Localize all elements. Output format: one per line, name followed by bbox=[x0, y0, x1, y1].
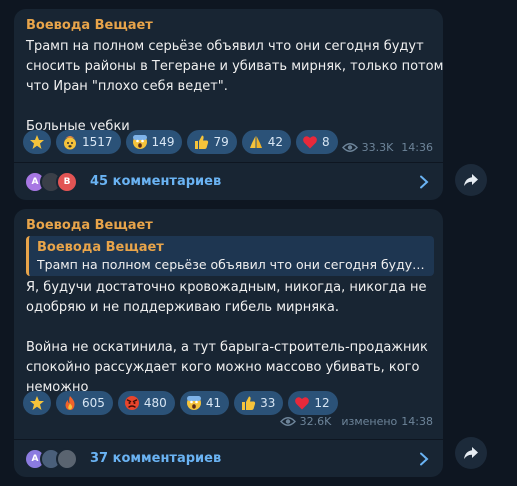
reaction-star[interactable] bbox=[23, 130, 51, 154]
avatar: B bbox=[56, 170, 78, 193]
reactions-bar: 605 480 41 33 12 bbox=[23, 391, 338, 415]
comments-label: 45 комментариев bbox=[90, 174, 222, 189]
share-arrow-icon bbox=[464, 447, 478, 459]
post-author[interactable]: Воевода Вещает bbox=[26, 18, 153, 33]
post-text-line: Я, будучи достаточно кровожадным, никогд… bbox=[26, 280, 427, 295]
chevron-right-icon bbox=[420, 175, 429, 189]
quote-author: Воевода Вещает bbox=[37, 240, 164, 255]
reaction-angry[interactable]: 480 bbox=[117, 391, 175, 415]
views-count: 32.6K bbox=[299, 415, 332, 428]
reaction-count: 33 bbox=[260, 396, 276, 410]
reply-quote[interactable]: Воевода Вещает Трамп на полном серьёзе о… bbox=[26, 236, 434, 276]
reactions-bar: 1517 149 79 42 8 bbox=[23, 130, 338, 154]
comments-button[interactable]: A B 45 комментариев bbox=[14, 162, 443, 200]
post-meta: 32.6K изменено 14:38 bbox=[279, 415, 433, 428]
thumbs-up-icon bbox=[195, 135, 209, 149]
channel-post: Воевода Вещает Воевода Вещает Трамп на п… bbox=[14, 209, 443, 477]
reaction-count: 1517 bbox=[82, 135, 113, 149]
views-eye-icon bbox=[341, 143, 358, 152]
reaction-mindblown[interactable]: 1517 bbox=[56, 130, 121, 154]
edited-label: изменено bbox=[341, 415, 398, 428]
post-text-line: одобряю и не поддерживаю гибель мирняка. bbox=[26, 300, 339, 315]
star-icon bbox=[30, 396, 44, 410]
post-meta: 33.3K 14:36 bbox=[341, 141, 433, 154]
reaction-count: 79 bbox=[213, 135, 229, 149]
post-text-line: спокойно рассуждает кого можно массово у… bbox=[26, 360, 420, 375]
reaction-count: 480 bbox=[143, 396, 167, 410]
angry-icon bbox=[124, 396, 139, 410]
thumbs-up-icon bbox=[242, 396, 256, 410]
reaction-scream[interactable]: 41 bbox=[179, 391, 230, 415]
views-eye-icon bbox=[279, 417, 296, 426]
post-author[interactable]: Воевода Вещает bbox=[26, 218, 153, 233]
reaction-heart[interactable]: 8 bbox=[296, 130, 338, 154]
reaction-star[interactable] bbox=[23, 391, 51, 415]
reaction-count: 41 bbox=[205, 396, 222, 410]
post-time: 14:38 bbox=[401, 415, 433, 428]
fire-icon bbox=[65, 396, 75, 410]
scream-icon bbox=[132, 135, 147, 149]
reaction-count: 8 bbox=[322, 135, 330, 149]
comments-button[interactable]: A 37 комментариев bbox=[14, 439, 443, 477]
comments-label: 37 комментариев bbox=[90, 451, 222, 466]
share-button[interactable] bbox=[455, 437, 487, 469]
post-text-line: сносить районы в Тегеране и убивать мирн… bbox=[26, 59, 443, 74]
reaction-thumbs-up[interactable]: 33 bbox=[234, 391, 284, 415]
commenter-avatars: A B bbox=[24, 170, 78, 193]
post-time: 14:36 bbox=[401, 141, 433, 154]
reaction-scream[interactable]: 149 bbox=[125, 130, 183, 154]
chevron-right-icon bbox=[420, 452, 429, 466]
reaction-count: 605 bbox=[82, 396, 105, 410]
share-button[interactable] bbox=[455, 164, 487, 196]
post-text-line bbox=[26, 97, 436, 117]
reaction-count: 12 bbox=[314, 396, 330, 410]
reaction-thumbs-up[interactable]: 79 bbox=[187, 130, 237, 154]
reaction-count: 42 bbox=[267, 135, 284, 149]
scream-icon bbox=[186, 396, 201, 410]
reaction-pray[interactable]: 42 bbox=[241, 130, 292, 154]
quote-text: Трамп на полном серьёзе объявил что они … bbox=[37, 257, 426, 272]
heart-icon bbox=[303, 136, 317, 149]
reaction-fire[interactable]: 605 bbox=[56, 391, 113, 415]
post-text: Я, будучи достаточно кровожадным, никогд… bbox=[26, 278, 436, 398]
star-icon bbox=[30, 135, 44, 149]
mindblown-icon bbox=[64, 136, 76, 150]
commenter-avatars: A bbox=[24, 447, 78, 470]
channel-post: Воевода Вещает Трамп на полном серьёзе о… bbox=[14, 9, 443, 200]
avatar bbox=[56, 447, 78, 470]
post-text: Трамп на полном серьёзе объявил что они … bbox=[26, 37, 443, 137]
heart-icon bbox=[295, 397, 310, 410]
post-text-line: Трамп на полном серьёзе объявил что они … bbox=[26, 39, 424, 54]
reaction-count: 149 bbox=[151, 135, 175, 149]
post-text-line: Война не оскатинила, а тут барыга-строит… bbox=[26, 340, 428, 355]
views-count: 33.3K bbox=[361, 141, 394, 154]
share-arrow-icon bbox=[464, 174, 478, 186]
reaction-heart[interactable]: 12 bbox=[288, 391, 338, 415]
post-text-line bbox=[26, 318, 436, 338]
post-text-line: что Иран "плохо себя ведет". bbox=[26, 79, 228, 94]
pray-icon bbox=[249, 136, 262, 148]
